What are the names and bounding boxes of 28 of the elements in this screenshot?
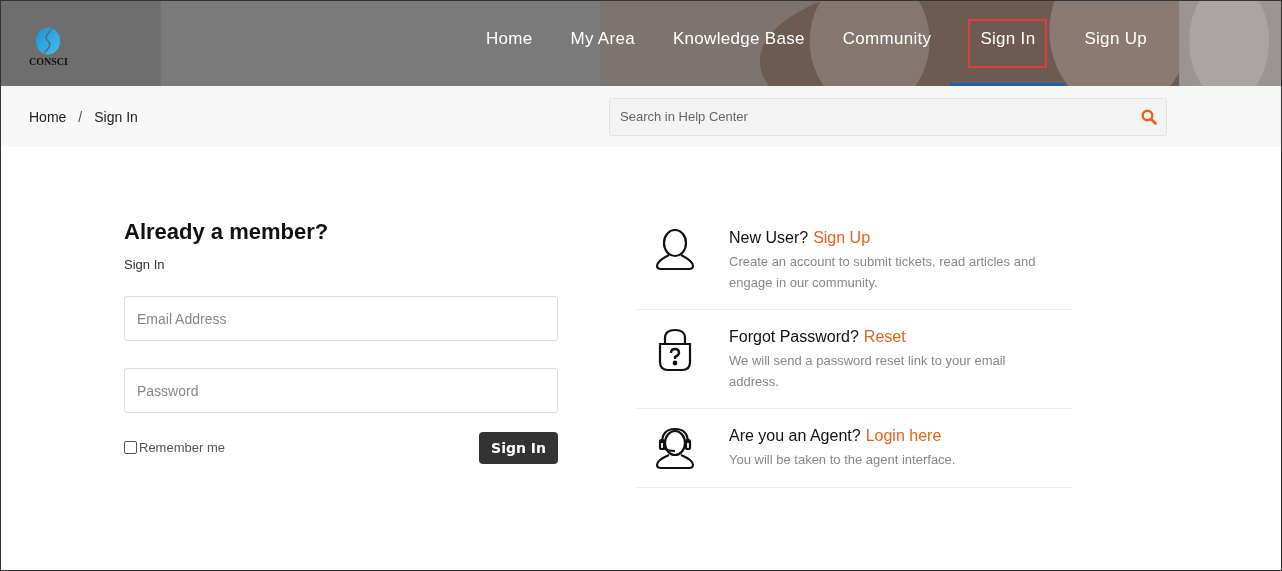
- user-icon: [655, 229, 695, 273]
- nav-link[interactable]: Community: [823, 1, 951, 86]
- logo-text: CONSCI: [29, 55, 68, 67]
- breadcrumb-link[interactable]: Home: [29, 108, 67, 125]
- option-description: You will be taken to the agent interface.: [729, 451, 957, 469]
- form-subtitle: Sign In: [124, 257, 166, 272]
- nav-link[interactable]: Home: [466, 1, 552, 86]
- option-question: Forgot Password?: [729, 328, 859, 346]
- sign-in-button[interactable]: Sign In: [479, 432, 558, 464]
- option-link[interactable]: Sign Up: [813, 229, 871, 247]
- nav-link[interactable]: My Area: [551, 1, 654, 86]
- option-question: New User?: [729, 229, 809, 247]
- headset-agent-icon: [655, 427, 695, 471]
- breadcrumb-link[interactable]: Sign In: [94, 108, 138, 125]
- logo-icon: [35, 26, 62, 55]
- option-link[interactable]: Reset: [863, 328, 906, 346]
- email-field[interactable]: Email Address: [124, 296, 558, 341]
- nav-link[interactable]: Knowledge Base: [653, 1, 824, 86]
- form-title: Already a member?: [124, 219, 330, 245]
- search-field[interactable]: Search in Help Center: [609, 97, 1167, 136]
- option-description: We will send a password reset link to your email address.: [729, 352, 1007, 391]
- breadcrumb-separator: /: [78, 108, 83, 125]
- option-question: Are you an Agent?: [729, 427, 861, 445]
- remember-me-checkbox[interactable]: Remember me: [124, 440, 225, 455]
- option-description: Create an account to submit tickets, read articles and engage in our community.: [729, 253, 1037, 292]
- option-link[interactable]: Login here: [865, 427, 942, 445]
- password-field[interactable]: Password: [124, 368, 558, 413]
- search-icon[interactable]: [1141, 108, 1157, 125]
